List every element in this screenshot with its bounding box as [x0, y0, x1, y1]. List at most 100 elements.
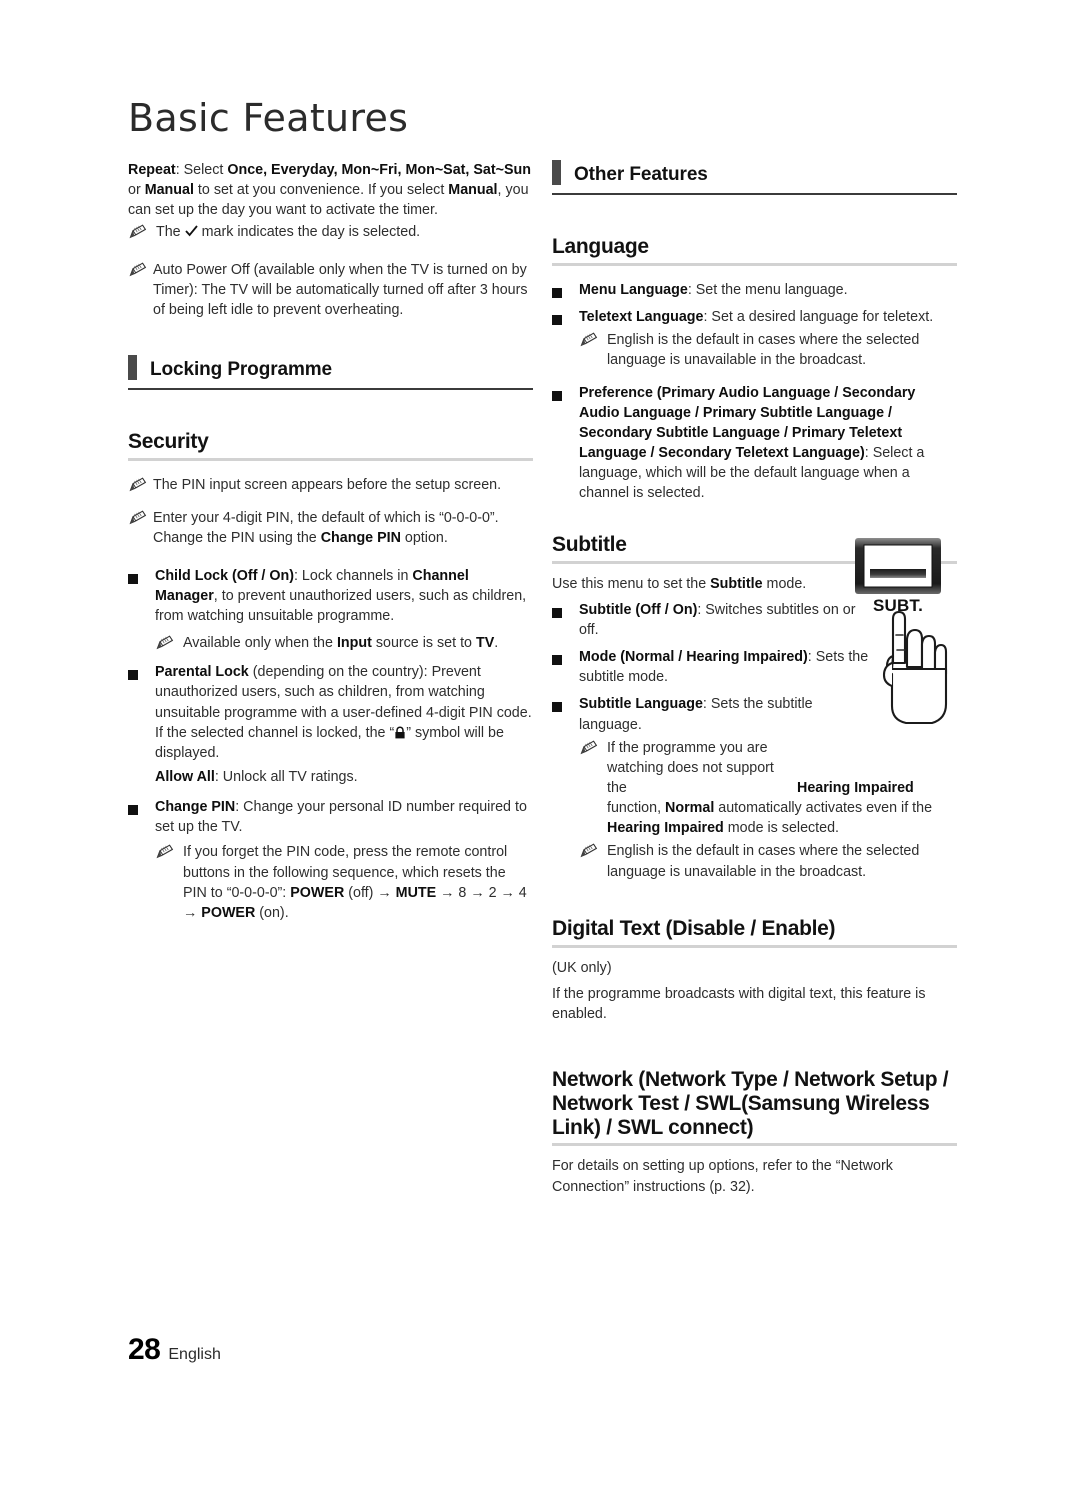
- child-lock-note-text: Available only when the Input source is …: [183, 635, 498, 651]
- change-pin-note-row: If you forget the PIN code, press the re…: [155, 842, 533, 923]
- subtitle-button-figure: SUBT.: [852, 536, 957, 726]
- note-pencil-icon: [128, 224, 152, 244]
- section-bar-icon: [128, 355, 137, 381]
- sn1-b3: Hearing Impaired: [607, 820, 724, 837]
- note-pencil-icon: [128, 477, 152, 497]
- repeat-note-pre: The: [156, 224, 185, 241]
- note-pencil-icon: [128, 510, 152, 530]
- square-bullet-icon: [552, 605, 576, 623]
- padlock-icon: [394, 725, 406, 739]
- subtitle-mode-bold: Mode (Normal / Hearing Impaired): [579, 649, 808, 666]
- child-lock-text: Child Lock (Off / On): Lock channels in …: [155, 568, 526, 624]
- cpn-t3: (on).: [255, 904, 289, 921]
- child-lock-note-pre: Available only when the: [183, 635, 337, 652]
- sn1-p3: automatically activates even if the: [714, 800, 933, 817]
- bullet-child-lock: Child Lock (Off / On): Lock channels in …: [128, 566, 533, 626]
- network-body: For details on setting up options, refer…: [552, 1158, 893, 1195]
- section-header-locking-programme: Locking Programme: [128, 355, 533, 391]
- note-pencil-icon: [155, 844, 179, 864]
- repeat-note-row: The mark indicates the day is selected.: [128, 222, 533, 242]
- section-bar-icon: [552, 160, 561, 185]
- child-lock-note-bold-2: TV: [475, 635, 495, 652]
- bullet-subtitle-mode: Mode (Normal / Hearing Impaired): Sets t…: [552, 647, 879, 687]
- repeat-paragraph: Repeat: Select Once, Everyday, Mon~Fri, …: [128, 160, 533, 220]
- teletext-language-text: Teletext Language: Set a desired languag…: [579, 309, 933, 325]
- repeat-options-1: Once, Everyday, Mon~Fri, Mon~Sat, Sat~Su…: [227, 162, 531, 178]
- subtitle-note-1-text: If the programme you are watching does n…: [607, 740, 933, 837]
- subtitle-mode-text: Mode (Normal / Hearing Impaired): Sets t…: [579, 649, 868, 685]
- allow-all-text: : Unlock all TV ratings.: [214, 768, 358, 785]
- preference-text: Preference (Primary Audio Language / Sec…: [579, 385, 924, 502]
- teletext-language-body: : Set a desired language for teletext.: [703, 309, 934, 326]
- allow-all-row: Allow All: Unlock all TV ratings.: [128, 767, 533, 787]
- security-note-2-row: Enter your 4-digit PIN, the default of w…: [128, 508, 533, 548]
- security-note-2-bold: Change PIN: [320, 530, 401, 547]
- bullet-subtitle-offon: Subtitle (Off / On): Switches subtitles …: [552, 600, 879, 640]
- subtitle-button-icon: [855, 538, 948, 725]
- cpn-b3: POWER: [201, 904, 256, 921]
- square-bullet-icon: [552, 388, 576, 406]
- allow-all-bold: Allow All: [155, 768, 215, 785]
- square-bullet-icon: [128, 802, 152, 820]
- subtitle-language-bold: Subtitle Language: [579, 696, 703, 713]
- square-bullet-icon: [552, 652, 576, 670]
- bullet-parental-lock: Parental Lock (depending on the country)…: [128, 662, 533, 763]
- note-pencil-icon: [155, 635, 179, 655]
- parental-lock-text: Parental Lock (depending on the country)…: [155, 664, 532, 761]
- subtitle-offon-text: Subtitle (Off / On): Switches subtitles …: [579, 602, 855, 638]
- child-lock-note-row: Available only when the Input source is …: [155, 633, 533, 653]
- digital-text-body: If the programme broadcasts with digital…: [552, 985, 926, 1023]
- page-number: 28: [128, 1333, 161, 1366]
- subtitle-offon-bold: Subtitle (Off / On): [579, 601, 698, 618]
- bullet-subtitle-language: Subtitle Language: Sets the subtitle lan…: [552, 694, 879, 734]
- child-lock-note-mid: source is set to: [371, 635, 476, 652]
- sn1-p2: function,: [607, 800, 666, 817]
- heading-digital-text: Digital Text (Disable / Enable): [552, 917, 957, 948]
- repeat-manual: Manual: [448, 182, 498, 199]
- square-bullet-icon: [128, 571, 152, 589]
- teletext-note-text: English is the default in cases where th…: [607, 332, 920, 369]
- subt-button-label: SUBT.: [872, 596, 924, 615]
- repeat-note-post: mark indicates the day is selected.: [197, 224, 421, 241]
- subtitle-note-2-text: English is the default in cases where th…: [607, 843, 920, 880]
- square-bullet-icon: [128, 667, 152, 685]
- change-pin-note-text: If you forget the PIN code, press the re…: [183, 844, 527, 920]
- menu-language-text: Menu Language: Set the menu language.: [579, 282, 848, 298]
- repeat-colon: : Select: [175, 162, 228, 178]
- menu-language-bold: Menu Language: [579, 282, 688, 298]
- note-pencil-icon: [579, 843, 603, 863]
- child-lock-note-bold-1: Input: [336, 635, 372, 652]
- repeat-note-text: The mark indicates the day is selected.: [156, 224, 420, 240]
- sn1-b1: Hearing Impaired: [797, 779, 914, 796]
- child-lock-bold-1: Child Lock (Off / On): [155, 567, 294, 584]
- bullet-teletext-language: Teletext Language: Set a desired languag…: [552, 307, 957, 327]
- manual-page: Basic Features Repeat: Select Once, Ever…: [0, 0, 1080, 1494]
- note-pencil-icon: [579, 740, 603, 760]
- child-lock-note-post: .: [494, 635, 499, 652]
- section-header-other-features: Other Features: [552, 160, 957, 195]
- square-bullet-icon: [552, 699, 576, 717]
- page-language: English: [168, 1346, 221, 1363]
- security-note-2-text: Enter your 4-digit PIN, the default of w…: [153, 510, 499, 546]
- heading-language: Language: [552, 235, 957, 266]
- square-bullet-icon: [552, 285, 576, 303]
- repeat-label: Repeat: [128, 162, 176, 178]
- change-pin-bold: Change PIN: [155, 799, 236, 816]
- page-title: Basic Features: [128, 96, 409, 140]
- subtitle-intro-bold: Subtitle: [710, 575, 763, 592]
- section-header-label: Locking Programme: [150, 359, 333, 381]
- subtitle-intro-pre: Use this menu to set the: [552, 575, 711, 592]
- page-footer: 28 English: [128, 1333, 221, 1367]
- bullet-preference: Preference (Primary Audio Language / Sec…: [552, 383, 957, 504]
- bullet-change-pin: Change PIN: Change your personal ID numb…: [128, 797, 533, 837]
- check-mark-icon: [184, 223, 198, 237]
- cpn-b2: MUTE: [395, 884, 437, 901]
- square-bullet-icon: [552, 312, 576, 330]
- cpn-b1: POWER: [290, 884, 345, 901]
- repeat-rest: to set at you convenience. If you select: [193, 182, 449, 199]
- subtitle-note-2-row: English is the default in cases where th…: [579, 841, 957, 881]
- security-note-1-row: The PIN input screen appears before the …: [128, 475, 533, 495]
- auto-power-off-text: Auto Power Off (available only when the …: [153, 261, 528, 318]
- subtitle-intro-post: mode.: [762, 575, 807, 592]
- left-column: Repeat: Select Once, Everyday, Mon~Fri, …: [128, 160, 533, 923]
